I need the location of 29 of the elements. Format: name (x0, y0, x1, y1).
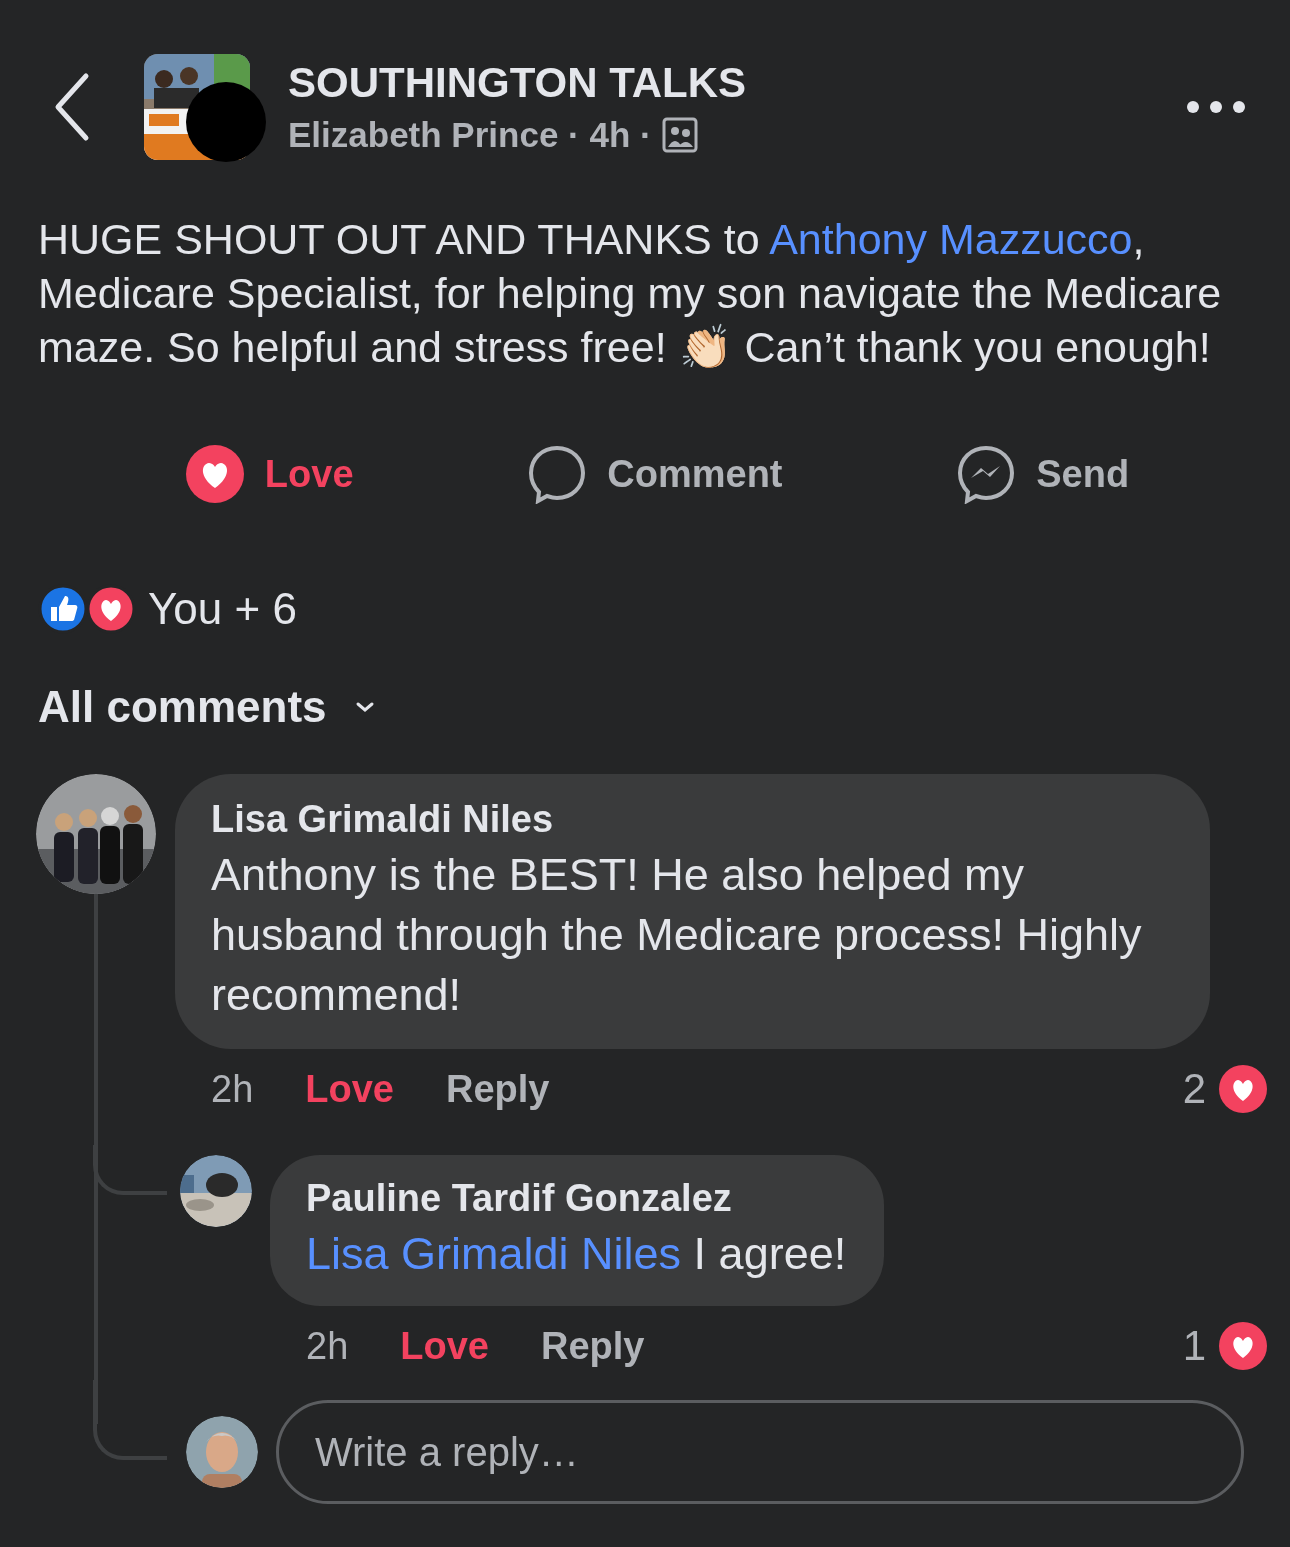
love-button[interactable]: Love (184, 434, 354, 514)
group-name[interactable]: SOUTHINGTON TALKS (288, 59, 1186, 107)
reaction-icons[interactable] (38, 584, 136, 634)
comment-text: Lisa Grimaldi Niles I agree! (306, 1227, 847, 1281)
comment-author[interactable]: Pauline Tardif Gonzalez (306, 1177, 847, 1220)
reply-input[interactable]: Write a reply… (276, 1400, 1244, 1504)
love-link[interactable]: Love (400, 1324, 489, 1368)
reply-link[interactable]: Reply (541, 1324, 645, 1368)
post-text: HUGE SHOUT OUT AND THANKS to Anthony Mazzucco, Medicare Specialist, for helping my son navigate the Medicare maze. So helpful and stress free! 👏🏻 Can’t thank you enough! (38, 214, 1223, 373)
comment-author[interactable]: Lisa Grimaldi Niles (211, 798, 1174, 841)
love-link[interactable]: Love (305, 1067, 394, 1111)
reaction-count: 1 (1182, 1322, 1206, 1370)
comment-time: 2h (306, 1324, 349, 1368)
chevron-down-icon[interactable] (354, 701, 375, 713)
mention-link[interactable]: Lisa Grimaldi Niles (306, 1228, 682, 1279)
post-meta: Elizabeth Prince · 4h · (288, 115, 652, 155)
more-icon[interactable] (1186, 100, 1246, 114)
comments-filter[interactable]: All comments (38, 682, 327, 732)
comment-time: 2h (211, 1067, 254, 1111)
comment-text: Anthony is the BEST! He also helped my husband through the Medicare process! Highly recommend! (211, 848, 1143, 1022)
send-button[interactable]: Send (956, 434, 1130, 514)
comment-button[interactable]: Comment (527, 434, 783, 514)
reaction-count: 2 (1182, 1065, 1206, 1113)
group-icon (661, 117, 698, 153)
reply-link[interactable]: Reply (446, 1067, 550, 1111)
speech-bubble-icon (527, 444, 588, 504)
messenger-icon (956, 444, 1017, 504)
mention-link[interactable]: Anthony Mazzucco (769, 215, 1133, 263)
reaction-summary[interactable]: You + 6 (148, 584, 297, 634)
